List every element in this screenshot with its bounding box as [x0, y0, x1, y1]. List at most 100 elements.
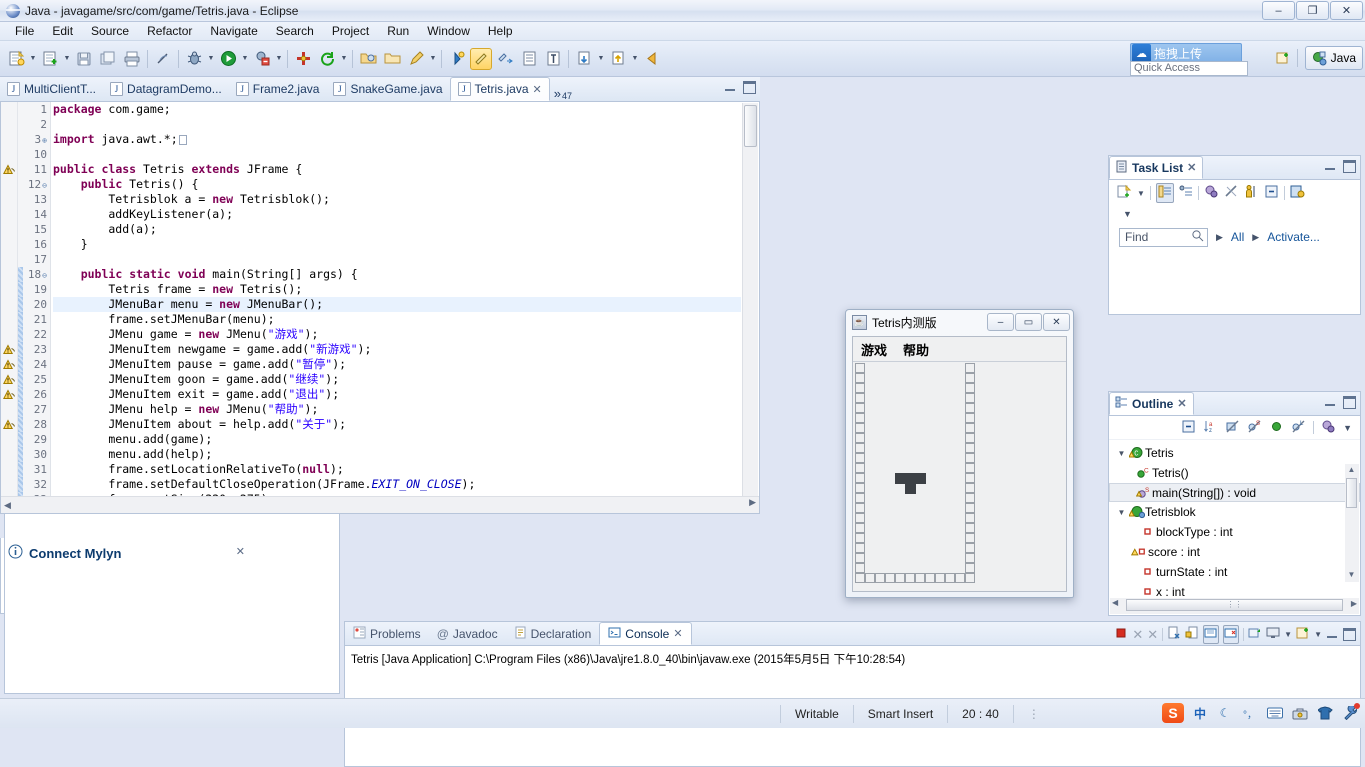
menu-file[interactable]: File [6, 23, 43, 39]
next-edit-dropdown-icon[interactable]: ▼ [630, 48, 640, 70]
run-dropdown-icon[interactable]: ▼ [240, 48, 250, 70]
new-task-dropdown-icon[interactable]: ▼ [1137, 189, 1145, 198]
code-line[interactable]: menu.add(game); [53, 432, 741, 447]
warning-marker-icon[interactable] [1, 372, 17, 387]
terminate-icon[interactable] [1114, 626, 1128, 643]
code-line[interactable]: import java.awt.*; [53, 132, 741, 147]
code-line[interactable]: JMenuItem goon = game.add("继续"); [53, 372, 741, 387]
outline-vertical-scrollbar[interactable]: ▲ ▼ [1345, 464, 1359, 582]
ime-mode-icon[interactable]: 中 [1191, 704, 1209, 722]
maximize-view-icon[interactable] [1343, 160, 1356, 173]
code-line[interactable]: package com.game; [53, 102, 741, 117]
menu-run[interactable]: Run [378, 23, 418, 39]
code-line[interactable]: JMenuItem exit = game.add("退出"); [53, 387, 741, 402]
close-icon[interactable]: ✕ [1187, 161, 1196, 174]
close-icon[interactable]: ✕ [533, 83, 542, 96]
code-line[interactable]: frame.setDefaultCloseOperation(JFrame.EX… [53, 477, 741, 492]
toolbox-icon[interactable] [1291, 704, 1309, 722]
new-java-project-icon[interactable] [39, 48, 61, 70]
minimize-view-icon[interactable] [1326, 628, 1339, 641]
run-icon[interactable] [217, 48, 239, 70]
menu-window[interactable]: Window [418, 23, 479, 39]
last-edit-location-icon[interactable] [494, 48, 516, 70]
open-console-icon[interactable] [1248, 626, 1262, 643]
save-icon[interactable] [73, 48, 95, 70]
search-icon[interactable] [405, 48, 427, 70]
code-line[interactable]: JMenuItem about = help.add("关于"); [53, 417, 741, 432]
filter-all-arrow-icon[interactable]: ▶ [1216, 232, 1223, 243]
display-console-dropdown-icon[interactable]: ▼ [1284, 630, 1292, 639]
code-line[interactable]: JMenuItem pause = game.add("暂停"); [53, 357, 741, 372]
code-line[interactable] [53, 252, 741, 267]
previous-edit-icon[interactable] [573, 48, 595, 70]
menu-edit[interactable]: Edit [43, 23, 82, 39]
game-maximize-button[interactable]: ▭ [1015, 313, 1042, 331]
debug-icon[interactable] [183, 48, 205, 70]
task-repositories-icon[interactable] [1290, 184, 1305, 202]
minimize-view-icon[interactable] [1324, 160, 1337, 173]
scrollbar-thumb[interactable]: ⋮⋮ [1126, 599, 1343, 611]
collapse-all-icon[interactable] [1264, 184, 1279, 202]
menu-search[interactable]: Search [267, 23, 323, 39]
warning-marker-icon[interactable] [1, 417, 17, 432]
outline-horizontal-scrollbar[interactable]: ◀ ⋮⋮ ▶ [1110, 598, 1359, 614]
scrollbar-thumb[interactable] [744, 105, 757, 147]
previous-edit-dropdown-icon[interactable]: ▼ [596, 48, 606, 70]
keyboard-icon[interactable] [1266, 704, 1284, 722]
close-button[interactable]: ✕ [1330, 1, 1363, 20]
sogou-logo-icon[interactable]: S [1162, 703, 1184, 723]
back-icon[interactable] [641, 48, 663, 70]
editor-vertical-scrollbar[interactable] [742, 103, 758, 496]
minimize-button[interactable]: – [1262, 1, 1295, 20]
close-icon[interactable]: ✕ [673, 627, 682, 640]
run-external-tools-icon[interactable] [251, 48, 273, 70]
new-wizard-icon[interactable] [5, 48, 27, 70]
external-tools-dropdown-icon[interactable]: ▼ [274, 48, 284, 70]
hide-fields-icon[interactable] [1225, 419, 1240, 437]
scroll-right-icon[interactable]: ▶ [1351, 599, 1359, 608]
code-editor[interactable]: 123⊕101112⊖131415161718⊖1920212223242526… [0, 102, 760, 514]
code-line[interactable]: } [53, 237, 741, 252]
view-menu-icon[interactable]: ▼ [1123, 209, 1132, 219]
toggle-mark-occurrences-active-icon[interactable] [470, 48, 492, 70]
game-menu-game[interactable]: 游戏 [861, 340, 887, 359]
focus-outline-icon[interactable] [1321, 419, 1336, 437]
code-line[interactable]: addKeyListener(a); [53, 207, 741, 222]
scroll-lock-icon[interactable] [1185, 626, 1199, 643]
outline-item-score[interactable]: score : int [1109, 542, 1360, 562]
code-line[interactable]: Tetrisblok a = new Tetrisblok(); [53, 192, 741, 207]
editor-tab-datagramdemo[interactable]: J DatagramDemo... [103, 77, 229, 101]
public-members-icon[interactable] [1269, 419, 1284, 437]
task-filter-all[interactable]: All [1231, 230, 1244, 244]
warning-marker-icon[interactable] [1, 387, 17, 402]
display-selected-console-icon[interactable] [1223, 625, 1239, 644]
editor-tab-snakegame[interactable]: J SnakeGame.java [326, 77, 449, 101]
outline-item-tetrisblok[interactable]: ▼ Tetrisblok [1109, 502, 1360, 522]
hide-static-icon[interactable]: S [1247, 419, 1262, 437]
game-minimize-button[interactable]: – [987, 313, 1014, 331]
remove-all-launches-icon[interactable]: ✕ [1147, 627, 1158, 643]
remove-launch-icon[interactable]: ✕ [1132, 627, 1143, 643]
scroll-left-icon[interactable]: ◀ [1, 500, 11, 510]
code-line[interactable]: menu.add(help); [53, 447, 741, 462]
game-menu-help[interactable]: 帮助 [903, 340, 929, 359]
minimize-view-icon[interactable] [1324, 396, 1337, 409]
editor-marker-gutter[interactable] [1, 102, 18, 513]
warning-marker-icon[interactable] [1, 162, 17, 177]
scrollbar-thumb[interactable] [1346, 478, 1357, 508]
punctuation-icon[interactable]: °， [1241, 704, 1259, 722]
code-line[interactable]: frame.setJMenuBar(menu); [53, 312, 741, 327]
open-task-icon[interactable] [518, 48, 540, 70]
save-all-icon[interactable] [97, 48, 119, 70]
search-dropdown-icon[interactable]: ▼ [428, 48, 438, 70]
editor-tab-overflow[interactable]: » 47 [554, 86, 572, 101]
tab-javadoc[interactable]: @ Javadoc [429, 622, 506, 645]
code-line[interactable]: frame.setLocationRelativeTo(null); [53, 462, 741, 477]
wrench-icon[interactable] [1341, 704, 1359, 722]
open-perspective-icon[interactable] [1272, 47, 1294, 69]
quick-access-input[interactable]: Quick Access [1130, 61, 1248, 76]
code-line[interactable]: JMenuBar menu = new JMenuBar(); [53, 297, 741, 312]
code-line[interactable] [53, 117, 741, 132]
refresh-icon[interactable] [316, 48, 338, 70]
code-line[interactable]: public class Tetris extends JFrame { [53, 162, 741, 177]
